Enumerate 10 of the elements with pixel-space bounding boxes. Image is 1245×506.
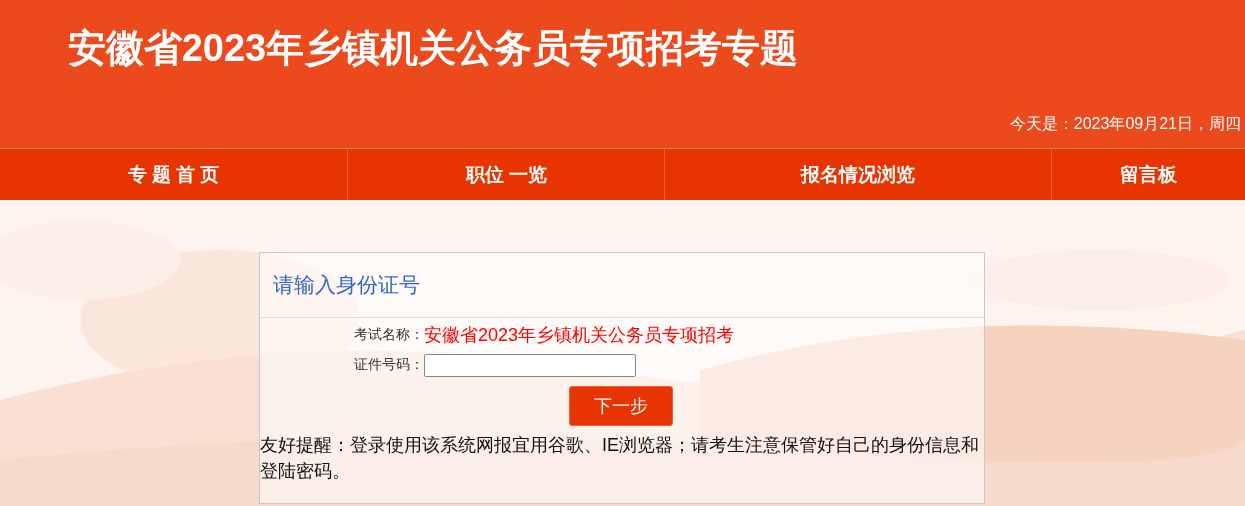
next-button[interactable]: 下一步 <box>569 386 673 426</box>
notice-text: 友好提醒：登录使用该系统网报宜用谷歌、IE浏览器；请考生注意保管好自己的身份信息和登陆密码。 <box>260 434 980 483</box>
exam-name: 安徽省2023年乡镇机关公务员专项招考 <box>424 324 735 347</box>
date-text: 今天是：2023年09月21日，周四 <box>1009 114 1241 134</box>
id-number-field[interactable] <box>424 353 636 377</box>
nav-link[interactable]: 留言板 <box>1052 149 1245 200</box>
field-label: 考试名称： <box>353 326 424 344</box>
panel-title: 请输入身份证号 <box>273 272 420 298</box>
field-label: 证件号码： <box>353 356 424 374</box>
page-title: 安徽省2023年乡镇机关公务员专项招考专题 <box>66 26 800 70</box>
